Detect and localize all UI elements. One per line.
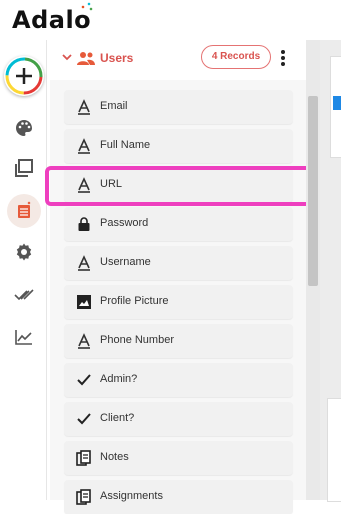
text-icon: [78, 138, 90, 154]
screens-icon[interactable]: [14, 158, 34, 178]
check-icon: [77, 374, 91, 386]
palette-icon[interactable]: [14, 118, 34, 138]
field-label: Full Name: [100, 139, 151, 151]
users-icon: [77, 52, 95, 65]
add-component-button[interactable]: [4, 56, 44, 96]
add-icon: [5, 57, 43, 95]
field-row[interactable]: Assignments: [64, 480, 293, 514]
url-field-highlight: [45, 166, 315, 206]
field-row[interactable]: Username: [64, 246, 293, 280]
field-row[interactable]: Notes: [64, 441, 293, 475]
relationship-icon: [76, 450, 91, 466]
collection-header: Users 4 Records: [50, 40, 306, 80]
double-check-icon[interactable]: [14, 285, 34, 305]
field-label: Phone Number: [100, 334, 174, 346]
field-label: Assignments: [100, 490, 163, 502]
field-label: Profile Picture: [100, 295, 169, 307]
field-row[interactable]: Phone Number: [64, 324, 293, 358]
field-label: Username: [100, 256, 151, 268]
text-icon: [78, 333, 90, 349]
field-label: Notes: [100, 451, 129, 463]
gear-icon[interactable]: [14, 242, 34, 262]
check-icon: [77, 413, 91, 425]
canvas-blue-element: [333, 96, 341, 110]
chevron-down-icon[interactable]: [62, 52, 72, 62]
text-icon: [78, 255, 90, 271]
field-row[interactable]: Admin?: [64, 363, 293, 397]
collection-panel: Users 4 Records Email Full Name URL Pass…: [50, 40, 306, 514]
field-label: Client?: [100, 412, 135, 424]
top-bar: Adalo: [0, 0, 341, 40]
lock-icon: [78, 217, 90, 231]
field-label: Email: [100, 100, 128, 112]
relationship-icon: [76, 489, 91, 505]
analytics-icon[interactable]: [14, 327, 34, 347]
scrollbar-thumb[interactable]: [308, 96, 318, 286]
more-options-icon[interactable]: [280, 49, 286, 67]
logo-sparkle-icon: [81, 2, 93, 11]
field-row[interactable]: Email: [64, 90, 293, 124]
image-icon: [77, 295, 91, 309]
database-icon[interactable]: [14, 201, 34, 221]
left-toolbar: [0, 40, 47, 500]
canvas-screen-preview[interactable]: [327, 398, 341, 502]
field-label: Password: [100, 217, 149, 229]
records-button[interactable]: 4 Records: [201, 45, 271, 69]
text-icon: [78, 99, 90, 115]
field-row[interactable]: Full Name: [64, 129, 293, 163]
field-row[interactable]: Profile Picture: [64, 285, 293, 319]
collection-name[interactable]: Users: [100, 51, 133, 65]
field-row[interactable]: Client?: [64, 402, 293, 436]
field-label: Admin?: [100, 373, 138, 385]
field-row[interactable]: Password: [64, 207, 293, 241]
